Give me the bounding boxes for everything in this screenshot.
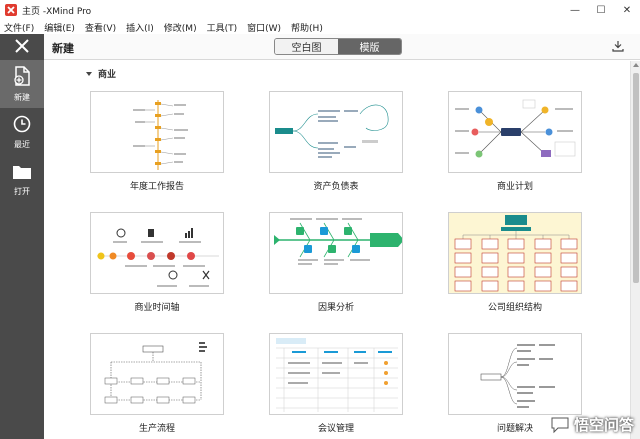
- template-card[interactable]: 商业计划: [448, 91, 582, 192]
- template-label: 生产流程: [138, 424, 175, 434]
- template-card[interactable]: 生产流程: [90, 333, 224, 434]
- view-switch: 空白图 模版: [274, 38, 402, 55]
- template-card[interactable]: 因果分析: [269, 212, 403, 313]
- menu-modify[interactable]: 修改(M): [164, 21, 197, 34]
- collapse-triangle-icon: [86, 71, 92, 76]
- sidebar: 新建 最近 打开: [0, 34, 44, 439]
- template-label: 资产负债表: [313, 182, 359, 192]
- template-label: 年度工作报告: [129, 182, 184, 192]
- template-thumbnail: [90, 212, 224, 294]
- sidebar-item-label: 新建: [14, 92, 30, 102]
- xmind-logo-icon: [5, 4, 17, 16]
- vertical-scrollbar[interactable]: [630, 61, 640, 439]
- minimize-button[interactable]: —: [562, 0, 588, 20]
- page-title: 新建: [52, 42, 74, 55]
- new-file-icon: [13, 65, 31, 88]
- template-label: 会议管理: [317, 424, 354, 434]
- maximize-button[interactable]: ☐: [588, 0, 614, 20]
- scroll-up-arrow-icon[interactable]: [633, 63, 639, 67]
- menu-bar: 文件(F) 编辑(E) 查看(V) 插入(I) 修改(M) 工具(T) 窗口(W…: [0, 20, 640, 34]
- template-label: 因果分析: [317, 303, 354, 313]
- watermark: 悟空问答: [550, 414, 634, 435]
- folder-icon: [12, 164, 32, 182]
- template-label: 商业计划: [496, 182, 533, 192]
- sidebar-item-recent[interactable]: 最近: [0, 108, 44, 156]
- template-thumbnail: [90, 91, 224, 173]
- template-thumbnail: [448, 91, 582, 173]
- scrollbar-thumb[interactable]: [633, 73, 639, 283]
- clock-icon: [13, 115, 31, 135]
- close-panel-button[interactable]: [0, 34, 44, 60]
- watermark-text: 悟空问答: [573, 416, 634, 434]
- menu-edit[interactable]: 编辑(E): [44, 21, 75, 34]
- template-gallery: 商业 年度工作报告 资产负债表 商业计划 商业时间轴 因果分析 公司组织结构 生…: [44, 61, 630, 439]
- menu-help[interactable]: 帮助(H): [291, 21, 323, 34]
- close-icon: [14, 38, 30, 57]
- template-label: 商业时间轴: [134, 303, 180, 313]
- menu-tools[interactable]: 工具(T): [207, 21, 238, 34]
- template-thumbnail: [448, 333, 582, 415]
- section-header[interactable]: 商业: [86, 67, 116, 80]
- close-window-button[interactable]: ✕: [614, 0, 640, 20]
- template-label: 公司组织结构: [487, 303, 542, 313]
- tab-templates[interactable]: 模版: [338, 39, 401, 54]
- menu-view[interactable]: 查看(V): [85, 21, 116, 34]
- template-card[interactable]: 商业时间轴: [90, 212, 224, 313]
- template-thumbnail: [90, 333, 224, 415]
- template-thumbnail: [269, 212, 403, 294]
- menu-insert[interactable]: 插入(I): [126, 21, 154, 34]
- section-title: 商业: [98, 70, 117, 80]
- title-bar: 主页 -XMind Pro — ☐ ✕: [0, 0, 640, 20]
- menu-window[interactable]: 窗口(W): [247, 21, 281, 34]
- template-card[interactable]: 公司组织结构: [448, 212, 582, 313]
- window-title: 主页 -XMind Pro: [22, 6, 92, 17]
- template-card[interactable]: 资产负债表: [269, 91, 403, 192]
- sidebar-item-label: 最近: [14, 139, 30, 149]
- tab-blank-map[interactable]: 空白图: [275, 39, 338, 54]
- template-thumbnail: [448, 212, 582, 294]
- template-card[interactable]: 年度工作报告: [90, 91, 224, 192]
- menu-file[interactable]: 文件(F): [4, 21, 34, 34]
- header: 新建 空白图 模版: [44, 34, 640, 60]
- sidebar-item-label: 打开: [14, 186, 30, 196]
- sidebar-item-new[interactable]: 新建: [0, 60, 44, 108]
- download-icon[interactable]: [612, 40, 624, 55]
- template-thumbnail: [269, 333, 403, 415]
- speech-bubble-icon: [550, 416, 570, 434]
- template-card[interactable]: 会议管理: [269, 333, 403, 434]
- template-thumbnail: [269, 91, 403, 173]
- sidebar-item-open[interactable]: 打开: [0, 156, 44, 204]
